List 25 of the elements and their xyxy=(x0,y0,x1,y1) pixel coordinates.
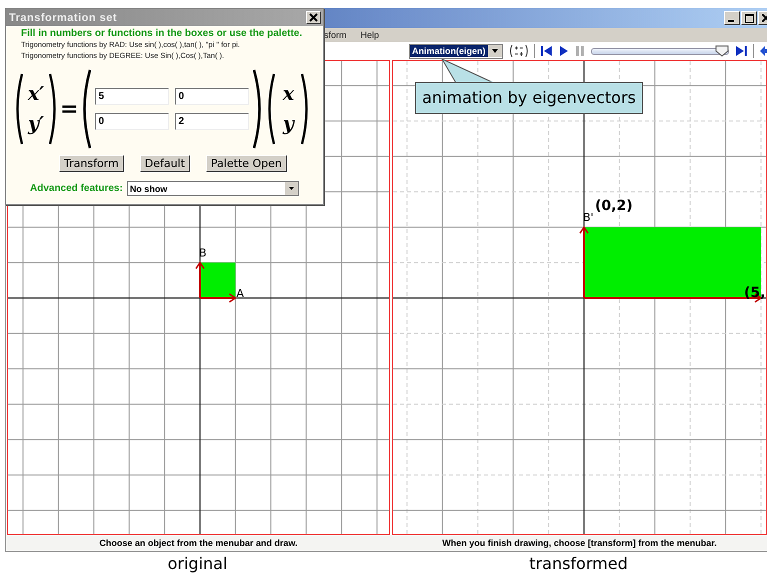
variable: y xyxy=(282,112,294,136)
menu-item[interactable]: sform xyxy=(324,30,346,40)
mode-dropdown[interactable]: Animation(eigen) xyxy=(409,44,502,58)
advanced-features-dropdown[interactable]: No show xyxy=(126,181,299,196)
status-text: When you finish drawing, choose [transform] from the menubar. xyxy=(442,538,717,548)
matrix-input[interactable]: 0 xyxy=(175,88,250,105)
status-text: Choose an object from the menubar and draw. xyxy=(99,538,298,548)
dialog-button[interactable]: Transform xyxy=(59,155,124,172)
menu-item[interactable]: Help xyxy=(360,30,380,40)
variable: x xyxy=(282,82,294,106)
instruction-text: Fill in numbers or functions in the boxes or use the palette. xyxy=(21,28,304,39)
dialog-title: Transformation set xyxy=(9,12,118,24)
matrix-input[interactable]: 0 xyxy=(95,113,170,130)
point-label: (0,2) xyxy=(595,198,633,214)
variable: y′ xyxy=(28,112,44,136)
advanced-features-label: Advanced features: xyxy=(30,183,123,194)
panel-caption: original xyxy=(168,554,228,573)
dialog-button[interactable]: Default xyxy=(140,155,190,172)
matrix-input[interactable]: 2 xyxy=(175,113,250,130)
equals-sign: = xyxy=(60,96,78,122)
panel-caption: transformed xyxy=(529,554,628,573)
point-label: A xyxy=(236,287,244,300)
matrix-input[interactable]: 5 xyxy=(95,88,170,105)
variable: x′ xyxy=(28,82,44,106)
dialog-button[interactable]: Palette Open xyxy=(206,155,287,172)
